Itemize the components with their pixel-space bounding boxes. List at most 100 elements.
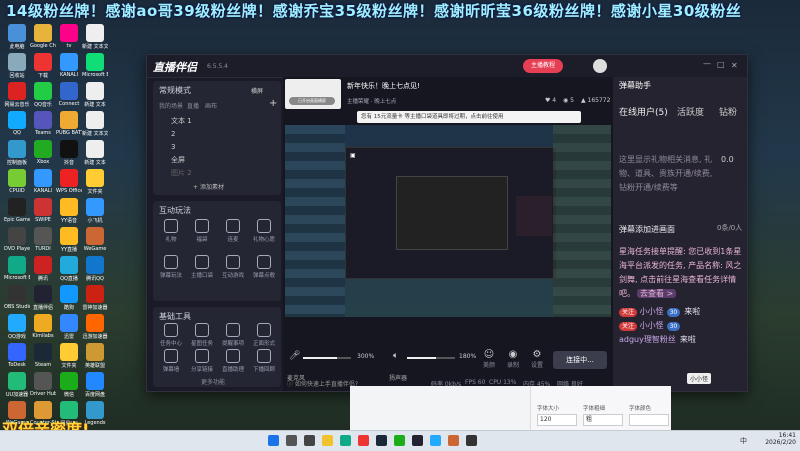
tool-basic_tools-4[interactable]: 弹幕墙 [157,349,185,373]
settings-button[interactable]: ⚙ 设置 [531,349,543,369]
add-danmu-link[interactable]: 弹幕添加进画面 [619,224,675,235]
desktop-icon[interactable] [60,169,78,187]
desktop-icon[interactable] [34,314,52,332]
notice-thumb-button[interactable]: 已开启画面横屏 [289,97,335,105]
tab-live[interactable]: 直播 [187,101,199,110]
desktop-icon[interactable] [60,372,78,390]
desktop-icon[interactable] [60,53,78,71]
desktop-icon[interactable] [34,198,52,216]
explorer-icon[interactable] [322,435,333,446]
desktop-icon[interactable] [8,372,26,390]
tool-interact_tools-6[interactable]: 互动游戏 [219,255,247,279]
mic-icon[interactable]: 🎤︎ [289,351,300,361]
tool-interact_tools-0[interactable]: 礼物 [157,219,185,243]
desktop-icon[interactable] [8,285,26,303]
desktop-icon[interactable] [34,24,52,42]
view-task-link[interactable]: 去查看 > [637,289,677,298]
steam-icon[interactable] [376,435,387,446]
desktop-icon[interactable] [8,169,26,187]
font-field-input[interactable]: 120 [537,414,577,426]
tab-diamond-fans[interactable]: 钻粉 [719,105,737,118]
scene-item[interactable]: 2 [161,128,277,141]
desktop-icon[interactable] [34,140,52,158]
desktop-icon[interactable] [8,111,26,129]
desktop-icon[interactable] [8,256,26,274]
chat-message[interactable]: 关注 小小怪 30 [619,319,743,333]
wegame-icon[interactable] [448,435,459,446]
beauty-button[interactable]: ☺ 美颜 [483,349,495,369]
desktop-icon[interactable] [8,343,26,361]
tool-basic_tools-5[interactable]: 分享链接 [188,349,216,373]
tool-interact_tools-5[interactable]: 主播口袋 [188,255,216,279]
scene-item[interactable]: 文本 1 [161,115,277,128]
desktop-icon[interactable] [8,314,26,332]
add-scene-icon[interactable]: + [269,98,277,109]
desktop-icon[interactable] [60,227,78,245]
desktop-icon[interactable] [86,82,104,100]
desktop-icon[interactable] [86,343,104,361]
tool-basic_tools-1[interactable]: 星图任务 [188,323,216,347]
mode-select[interactable]: 常规模式 [159,85,191,96]
scene-item[interactable]: 全屏 [161,154,277,167]
close-icon[interactable]: ✕ [731,61,738,70]
desktop-icon[interactable] [86,227,104,245]
desktop-icon[interactable] [86,140,104,158]
desktop-icon[interactable] [34,82,52,100]
desktop-icon[interactable] [8,227,26,245]
tab-canvas[interactable]: 画布 [205,101,217,110]
more-functions[interactable]: 更多功能 [201,377,225,386]
tab-activity[interactable]: 活跃度 [677,105,704,118]
scene-item[interactable]: 3 [161,141,277,154]
chat-message[interactable]: adguy理智粉丝 来啦 [619,333,743,347]
add-source-button[interactable]: + 添加素材 [193,182,224,191]
desktop-icon[interactable] [60,314,78,332]
desktop-icon[interactable] [34,227,52,245]
chat-username[interactable]: 小小怪 [640,307,664,316]
tool-interact_tools-2[interactable]: 连麦 [219,219,247,243]
desktop-icon[interactable] [34,53,52,71]
desktop-icon[interactable] [8,53,26,71]
desktop-icon[interactable] [60,24,78,42]
help-link[interactable]: ⓘ 如何快速上手直播伴侣? [287,379,358,388]
chat-message[interactable]: 关注 小小怪 30 来啦 [619,305,743,319]
desktop-icon[interactable] [8,24,26,42]
tab-online-users[interactable]: 在线用户(5) [619,105,668,118]
desktop-icon[interactable] [60,82,78,100]
tool-basic_tools-7[interactable]: 下播回顾 [250,349,278,373]
desktop-icon[interactable] [86,198,104,216]
tab-my-scenes[interactable]: 我的场景 [159,101,183,110]
system-message[interactable]: 星海任务接单提醒: 您已收到1条星海平台派发的任务, 产品名称: 风之剑舞, 点… [619,245,743,301]
record-button[interactable]: ◉ 录制 [507,349,519,369]
desktop-icon[interactable] [86,24,104,42]
app-icon[interactable] [358,435,369,446]
tool-basic_tools-3[interactable]: 正面形式 [250,323,278,347]
avatar[interactable] [593,59,607,73]
scene-item[interactable]: 图片 2 [161,167,277,180]
desktop-icon[interactable] [86,285,104,303]
desktop-icon[interactable] [60,198,78,216]
desktop-icon[interactable] [60,285,78,303]
tool-interact_tools-4[interactable]: 弹幕玩法 [157,255,185,279]
minimize-icon[interactable]: — [703,59,711,68]
notice-thumbnail[interactable]: 已开启画面横屏 [285,79,341,109]
desktop-icon[interactable] [60,256,78,274]
tool-basic_tools-2[interactable]: 提醒事项 [219,323,247,347]
livestream-taskbar-icon[interactable] [412,435,423,446]
desktop-icon[interactable] [34,343,52,361]
wechat-icon[interactable] [394,435,405,446]
qq-icon[interactable] [430,435,441,446]
chat-username[interactable]: 小小怪 [640,321,664,330]
desktop-icon[interactable] [60,140,78,158]
desktop-icon[interactable] [86,372,104,390]
desktop-icon[interactable] [34,285,52,303]
desktop-icon[interactable] [86,111,104,129]
mic-slider[interactable] [303,357,351,359]
go-live-button[interactable]: 连接中... [553,351,607,369]
task-view-icon[interactable] [304,435,315,446]
font-field-input[interactable]: 粗 [583,414,623,426]
desktop-icon[interactable] [86,256,104,274]
orientation-toggle[interactable]: 横屏 [251,86,263,95]
desktop-icon[interactable] [8,198,26,216]
clock[interactable]: 16:41 2026/2/20 [760,432,796,446]
desktop-icon[interactable] [8,82,26,100]
